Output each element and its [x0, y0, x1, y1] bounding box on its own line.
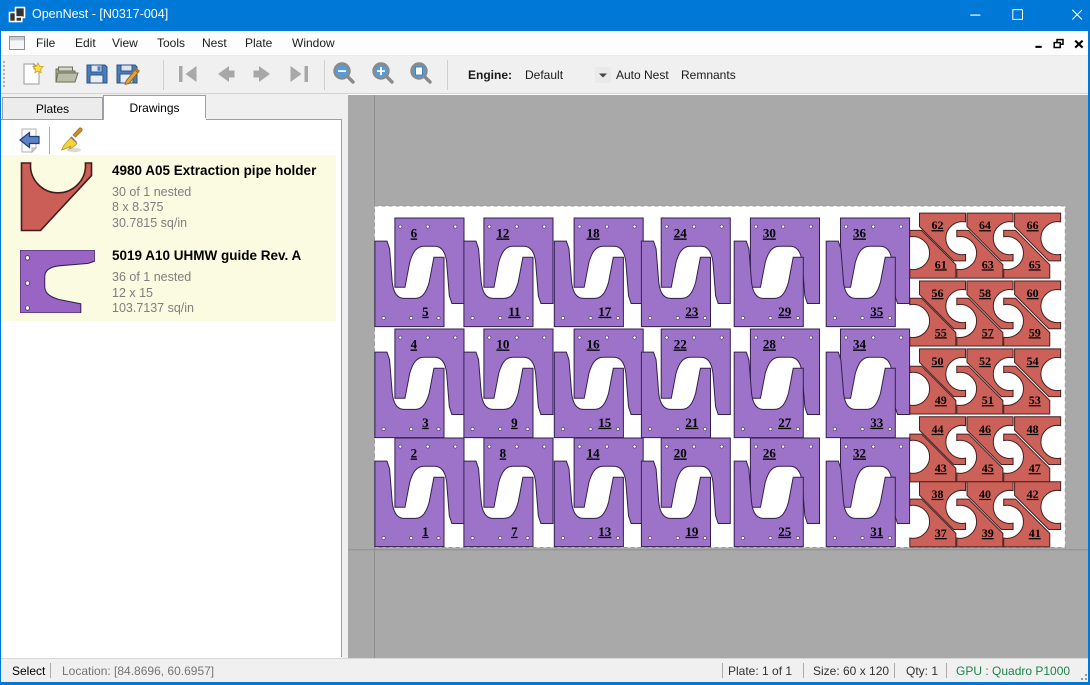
- svg-text:26: 26: [763, 446, 777, 461]
- svg-text:3: 3: [422, 415, 429, 430]
- svg-text:44: 44: [932, 422, 944, 436]
- svg-text:30: 30: [763, 226, 776, 241]
- svg-text:34: 34: [853, 337, 867, 352]
- svg-text:36: 36: [853, 226, 867, 241]
- svg-text:29: 29: [778, 304, 792, 319]
- svg-text:53: 53: [1029, 393, 1041, 407]
- svg-text:19: 19: [685, 524, 699, 539]
- svg-text:25: 25: [778, 524, 792, 539]
- svg-text:23: 23: [685, 304, 699, 319]
- svg-text:48: 48: [1027, 422, 1039, 436]
- svg-text:42: 42: [1027, 487, 1039, 501]
- svg-text:50: 50: [932, 354, 944, 368]
- svg-text:56: 56: [932, 286, 944, 300]
- svg-text:49: 49: [935, 393, 947, 407]
- svg-text:14: 14: [587, 446, 601, 461]
- svg-text:35: 35: [870, 304, 884, 319]
- svg-text:21: 21: [685, 415, 698, 430]
- svg-text:8: 8: [500, 446, 507, 461]
- svg-text:55: 55: [935, 325, 947, 339]
- svg-text:15: 15: [598, 415, 612, 430]
- svg-text:66: 66: [1027, 218, 1039, 232]
- svg-text:33: 33: [870, 415, 884, 430]
- svg-text:32: 32: [853, 446, 866, 461]
- svg-text:63: 63: [982, 257, 994, 271]
- svg-text:1: 1: [422, 524, 429, 539]
- svg-text:7: 7: [511, 524, 518, 539]
- svg-text:61: 61: [935, 257, 947, 271]
- svg-text:4: 4: [411, 337, 418, 352]
- svg-text:28: 28: [763, 337, 777, 352]
- svg-text:2: 2: [411, 446, 418, 461]
- svg-text:6: 6: [411, 226, 418, 241]
- svg-text:37: 37: [935, 526, 947, 540]
- svg-text:39: 39: [982, 526, 994, 540]
- svg-text:12: 12: [496, 226, 509, 241]
- svg-text:64: 64: [979, 218, 991, 232]
- svg-text:27: 27: [778, 415, 792, 430]
- svg-text:38: 38: [932, 487, 944, 501]
- svg-text:31: 31: [870, 524, 883, 539]
- svg-text:24: 24: [674, 226, 688, 241]
- svg-text:46: 46: [979, 422, 991, 436]
- svg-text:20: 20: [674, 446, 687, 461]
- svg-text:65: 65: [1029, 257, 1041, 271]
- svg-text:62: 62: [932, 218, 944, 232]
- svg-text:45: 45: [982, 461, 994, 475]
- svg-text:41: 41: [1029, 526, 1041, 540]
- svg-text:51: 51: [982, 393, 994, 407]
- svg-text:22: 22: [674, 337, 687, 352]
- svg-text:58: 58: [979, 286, 991, 300]
- svg-text:18: 18: [587, 226, 601, 241]
- svg-text:43: 43: [935, 461, 947, 475]
- svg-text:10: 10: [496, 337, 509, 352]
- svg-text:52: 52: [979, 354, 991, 368]
- svg-text:54: 54: [1027, 354, 1039, 368]
- svg-text:40: 40: [979, 487, 991, 501]
- svg-text:57: 57: [982, 325, 994, 339]
- svg-text:13: 13: [598, 524, 612, 539]
- svg-text:11: 11: [508, 304, 520, 319]
- svg-text:5: 5: [422, 304, 429, 319]
- svg-text:59: 59: [1029, 325, 1041, 339]
- svg-text:9: 9: [511, 415, 518, 430]
- svg-text:16: 16: [587, 337, 601, 352]
- svg-text:17: 17: [598, 304, 612, 319]
- svg-text:60: 60: [1027, 286, 1039, 300]
- svg-text:47: 47: [1029, 461, 1041, 475]
